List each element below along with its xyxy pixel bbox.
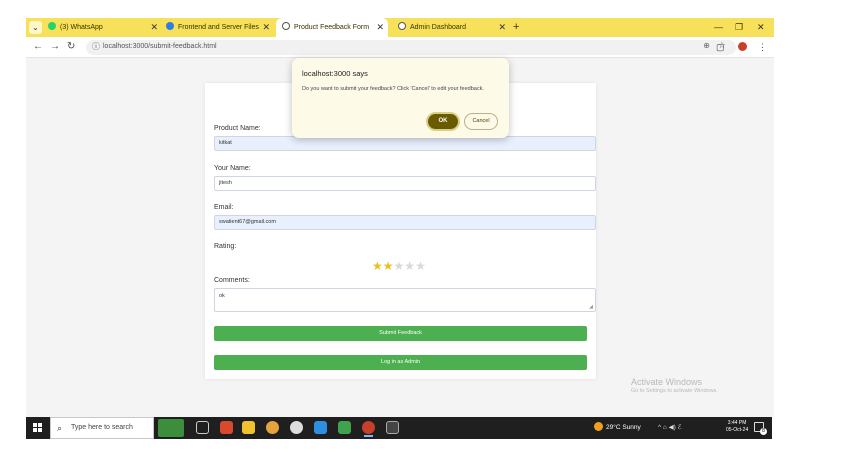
back-icon[interactable]: ← (33, 40, 43, 54)
screen: ⌄ (3) WhatsApp ✕ Frontend and Server Fil… (0, 0, 851, 465)
search-icon: ⌕ (57, 423, 63, 433)
drive-icon (166, 22, 174, 30)
tab-label: Product Feedback Form (294, 24, 370, 31)
email-label: Email: (214, 204, 234, 211)
globe-icon (282, 22, 290, 30)
site-info-icon[interactable]: ⓘ (92, 41, 100, 52)
taskbar: ⌕ Type here to search 29°C Sunny ^ ⌂ ◀) … (26, 417, 772, 439)
file-explorer-icon[interactable] (242, 421, 255, 434)
clock-time: 3:44 PM (727, 420, 747, 426)
address-bar[interactable]: ⓘ localhost:3000/submit-feedback.html ⊕ … (86, 40, 736, 55)
network-icon[interactable]: ⌂ (663, 424, 667, 431)
close-tab-icon[interactable]: ✕ (376, 18, 384, 37)
rating-star-icon[interactable]: ★ (415, 259, 426, 273)
resize-handle-icon[interactable]: ◢ (589, 304, 593, 310)
clock-date: 05-Oct-24 (726, 427, 749, 433)
rating-star-icon[interactable]: ★ (383, 259, 394, 273)
windows-start-icon[interactable] (33, 423, 43, 433)
comments-text: ok (219, 293, 225, 299)
app-icon-red[interactable] (220, 421, 233, 434)
maximize-icon[interactable]: ❐ (735, 18, 743, 37)
activate-windows-watermark: Activate Windows Go to Settings to activ… (631, 377, 718, 394)
weather-text: 29°C Sunny (606, 424, 641, 431)
rating-label: Rating: (214, 243, 237, 250)
reload-icon[interactable]: ↻ (67, 40, 75, 54)
rating-star-icon[interactable]: ★ (404, 259, 415, 273)
rating-star-icon[interactable]: ★ (394, 259, 405, 273)
browser-toolbar: ← → ↻ ⓘ localhost:3000/submit-feedback.h… (26, 37, 774, 58)
chrome-active-icon[interactable] (362, 421, 375, 437)
tab-search-button[interactable]: ⌄ (29, 21, 42, 34)
tab-label: Frontend and Server Files (178, 24, 259, 31)
minimize-icon[interactable]: — (714, 18, 723, 37)
widget-image-icon[interactable] (158, 419, 184, 437)
task-view-icon[interactable] (196, 421, 209, 434)
url-text: localhost:3000/submit-feedback.html (103, 43, 217, 50)
language-icon[interactable]: ℰ (678, 424, 682, 431)
rating-stars[interactable]: ★★★★★ (372, 259, 426, 273)
whatsapp-icon (48, 22, 56, 30)
zoom-icon[interactable]: ⊕ (703, 41, 710, 50)
your-name-label: Your Name: (214, 165, 251, 172)
dialog-cancel-button[interactable]: Cancel (464, 113, 498, 130)
new-tab-button[interactable]: + (513, 18, 519, 37)
tab-label: Admin Dashboard (410, 24, 467, 31)
nodejs-icon[interactable] (338, 421, 351, 434)
sun-icon (594, 422, 603, 431)
product-name-input[interactable]: kitkat (214, 136, 596, 151)
comments-label: Comments: (214, 277, 250, 284)
product-name-label: Product Name: (214, 125, 261, 132)
tab-label: (3) WhatsApp (60, 24, 103, 31)
taskbar-search-placeholder: Type here to search (71, 424, 133, 431)
system-tray[interactable]: ^ ⌂ ◀) ℰ (658, 417, 682, 439)
login-admin-button[interactable]: Log in as Admin (214, 355, 587, 370)
chevron-up-icon[interactable]: ^ (658, 424, 661, 431)
rating-star-icon[interactable]: ★ (372, 259, 383, 273)
system-clock[interactable]: 3:44 PM 05-Oct-24 (726, 420, 748, 434)
forward-icon[interactable]: → (50, 40, 60, 54)
close-tab-icon[interactable]: ✕ (498, 18, 506, 37)
your-name-input[interactable]: jitesh (214, 176, 596, 191)
volume-icon[interactable]: ◀) (669, 424, 676, 431)
notification-icon[interactable]: 8 (754, 422, 767, 435)
browser-tab-strip: ⌄ (3) WhatsApp ✕ Frontend and Server Fil… (26, 18, 774, 37)
tab-frontend-files[interactable]: Frontend and Server Files ✕ (166, 18, 270, 37)
github-icon[interactable] (290, 421, 303, 434)
watermark-subtitle: Go to Settings to activate Windows. (631, 388, 718, 394)
email-input[interactable]: swatient67@gmail.com (214, 215, 596, 230)
comments-textarea[interactable]: ok ◢ (214, 288, 596, 312)
menu-icon[interactable]: ⋮ (758, 40, 767, 54)
notification-count: 8 (760, 428, 767, 435)
tab-admin-dashboard[interactable]: Admin Dashboard ✕ (398, 18, 506, 37)
close-tab-icon[interactable]: ✕ (150, 18, 158, 37)
globe-icon (398, 22, 406, 30)
close-tab-icon[interactable]: ✕ (262, 18, 270, 37)
dialog-message: Do you want to submit your feedback? Cli… (302, 86, 484, 92)
weather-widget[interactable]: 29°C Sunny (594, 417, 641, 439)
dialog-ok-button[interactable]: OK (426, 112, 460, 131)
terminal-icon[interactable] (386, 421, 399, 434)
profile-avatar[interactable] (738, 42, 747, 51)
taskbar-search[interactable]: ⌕ Type here to search (50, 417, 154, 439)
chrome-icon[interactable] (266, 421, 279, 434)
close-window-icon[interactable]: ✕ (757, 18, 765, 37)
dialog-title: localhost:3000 says (302, 69, 368, 78)
watermark-title: Activate Windows (631, 377, 703, 387)
tab-whatsapp[interactable]: (3) WhatsApp ✕ (48, 18, 158, 37)
submit-feedback-button[interactable]: Submit Feedback (214, 326, 587, 341)
vscode-icon[interactable] (314, 421, 327, 434)
tab-product-feedback[interactable]: Product Feedback Form ✕ (276, 18, 388, 37)
confirm-dialog: localhost:3000 says Do you want to submi… (292, 58, 509, 138)
extensions-icon[interactable]: ▢ (716, 40, 725, 54)
